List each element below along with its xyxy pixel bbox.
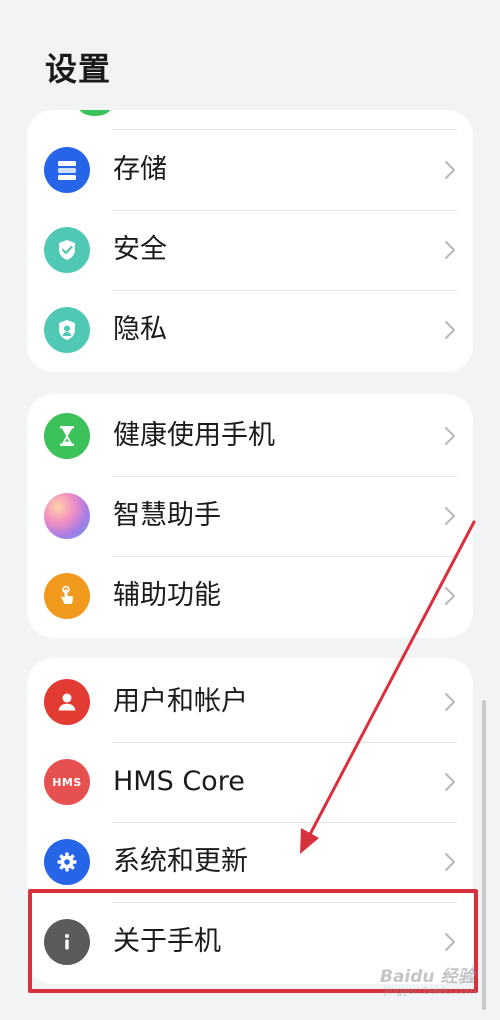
settings-item-privacy[interactable]: 隐私 xyxy=(27,290,473,370)
settings-group-assistance: 健康使用手机 智慧助手 辅助功能 xyxy=(27,394,473,638)
chevron-right-icon xyxy=(445,321,455,339)
settings-item-label: 存储 xyxy=(113,154,167,185)
chevron-right-icon xyxy=(445,427,455,445)
settings-item-label: 关于手机 xyxy=(113,926,221,957)
settings-item-label: HMS Core xyxy=(113,766,245,797)
settings-item-storage[interactable]: 存储 xyxy=(27,130,473,210)
settings-item-label: 安全 xyxy=(113,234,167,265)
settings-item-label: 系统和更新 xyxy=(113,846,248,877)
storage-icon xyxy=(44,147,90,193)
settings-item-hms-core[interactable]: HMS HMS Core xyxy=(27,742,473,822)
settings-item-accessibility[interactable]: 辅助功能 xyxy=(27,556,473,636)
settings-item-system-update[interactable]: 系统和更新 xyxy=(27,822,473,902)
chevron-right-icon xyxy=(445,693,455,711)
chevron-right-icon xyxy=(445,773,455,791)
chevron-right-icon xyxy=(445,587,455,605)
chevron-right-icon xyxy=(445,507,455,525)
hourglass-icon xyxy=(44,413,90,459)
settings-item-security[interactable]: 安全 xyxy=(27,210,473,290)
settings-item-label: 隐私 xyxy=(113,314,167,345)
page-title: 设置 xyxy=(45,50,112,88)
user-icon xyxy=(44,679,90,725)
settings-group-system: 用户和帐户 HMS HMS Core 系统和更新 关于手机 xyxy=(27,658,473,984)
settings-item-digital-balance[interactable]: 健康使用手机 xyxy=(27,396,473,476)
settings-item-smart-assistant[interactable]: 智慧助手 xyxy=(27,476,473,556)
watermark-url: jingyan.baidu.com xyxy=(384,986,477,997)
hms-core-icon-text: HMS xyxy=(52,775,82,789)
settings-item-users-accounts[interactable]: 用户和帐户 xyxy=(27,662,473,742)
settings-item-label: 智慧助手 xyxy=(113,500,221,531)
accessibility-hand-icon xyxy=(44,573,90,619)
system-update-gear-icon xyxy=(44,839,90,885)
settings-item-about-phone[interactable]: 关于手机 xyxy=(27,902,473,982)
chevron-right-icon xyxy=(445,933,455,951)
settings-item-label: 辅助功能 xyxy=(113,580,221,611)
security-shield-icon xyxy=(44,227,90,273)
settings-item-label: 健康使用手机 xyxy=(113,420,275,451)
privacy-shield-icon xyxy=(44,307,90,353)
chevron-right-icon xyxy=(445,853,455,871)
chevron-right-icon xyxy=(445,241,455,259)
hms-core-icon: HMS xyxy=(44,759,90,805)
previous-item-icon-partial xyxy=(78,110,112,116)
assistant-orb-icon xyxy=(44,493,90,539)
scrollbar[interactable] xyxy=(482,700,486,1010)
settings-item-label: 用户和帐户 xyxy=(113,686,248,717)
chevron-right-icon xyxy=(445,161,455,179)
info-icon xyxy=(44,919,90,965)
settings-group-security: 存储 安全 隐私 xyxy=(27,110,473,372)
